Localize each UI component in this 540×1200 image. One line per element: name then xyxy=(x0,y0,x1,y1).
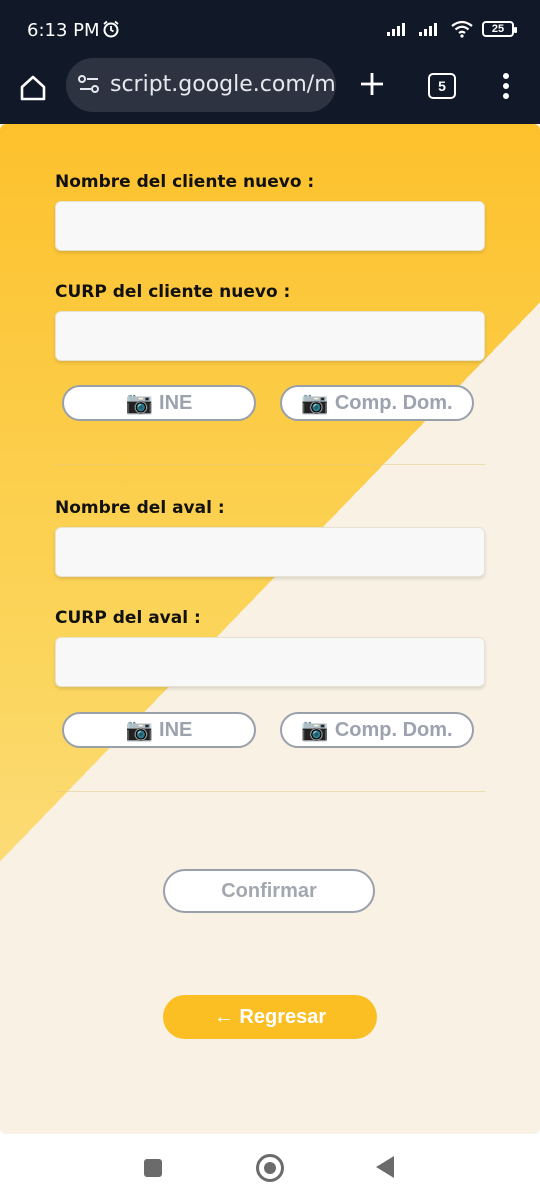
back-button[interactable]: ← Regresar xyxy=(163,995,377,1039)
aval-comp-dom-button[interactable]: 📷 Comp. Dom. xyxy=(280,712,474,748)
camera-icon: 📷 xyxy=(125,717,154,742)
camera-icon: 📷 xyxy=(301,717,329,742)
client-comp-dom-label: Comp. Dom. xyxy=(334,391,453,414)
battery-icon: 25 xyxy=(482,21,517,37)
camera-icon: 📷 xyxy=(125,390,154,415)
browser-toolbar: script.google.com/m 5 xyxy=(0,58,540,124)
home-icon[interactable] xyxy=(18,73,48,103)
aval-comp-dom-label: Comp. Dom. xyxy=(334,718,453,741)
client-name-input[interactable] xyxy=(55,201,485,251)
aval-curp-label: CURP del aval : xyxy=(55,608,201,628)
status-time: 6:13 PM xyxy=(27,20,100,41)
section-divider xyxy=(55,464,485,465)
confirm-button[interactable]: Confirmar xyxy=(163,869,375,913)
client-curp-input[interactable] xyxy=(55,311,485,361)
aval-name-input[interactable] xyxy=(55,527,485,577)
aval-curp-input[interactable] xyxy=(55,637,485,687)
signal-icon-2 xyxy=(419,23,437,36)
signal-icon xyxy=(387,23,405,36)
client-ine-label: INE xyxy=(159,391,193,414)
back-nav-icon[interactable] xyxy=(376,1156,394,1178)
address-bar[interactable]: script.google.com/m xyxy=(66,58,336,112)
system-nav-bar xyxy=(0,1134,540,1200)
battery-level: 25 xyxy=(491,23,505,35)
client-ine-button[interactable]: 📷 INE xyxy=(62,385,256,421)
aval-name-label: Nombre del aval : xyxy=(55,498,225,518)
tab-switcher-button[interactable]: 5 xyxy=(428,73,456,99)
aval-ine-button[interactable]: 📷 INE xyxy=(62,712,256,748)
wifi-icon xyxy=(451,20,473,38)
home-nav-icon[interactable] xyxy=(256,1154,284,1182)
client-comp-dom-button[interactable]: 📷 Comp. Dom. xyxy=(280,385,474,421)
form-panel: Nombre del cliente nuevo : CURP del clie… xyxy=(0,124,540,1134)
recents-icon[interactable] xyxy=(144,1159,162,1177)
client-name-label: Nombre del cliente nuevo : xyxy=(55,172,315,192)
camera-icon: 📷 xyxy=(301,390,329,415)
menu-icon[interactable] xyxy=(502,72,510,100)
alarm-icon xyxy=(103,20,119,38)
section-divider xyxy=(55,791,485,792)
site-settings-icon[interactable] xyxy=(76,71,102,97)
web-content: Nombre del cliente nuevo : CURP del clie… xyxy=(0,124,540,1134)
status-icons: 25 xyxy=(386,20,517,38)
aval-ine-label: INE xyxy=(159,718,193,741)
url-text: script.google.com/m xyxy=(110,72,336,97)
status-bar: 6:13 PM 25 xyxy=(0,0,540,60)
client-curp-label: CURP del cliente nuevo : xyxy=(55,282,291,302)
new-tab-icon[interactable] xyxy=(358,70,386,98)
